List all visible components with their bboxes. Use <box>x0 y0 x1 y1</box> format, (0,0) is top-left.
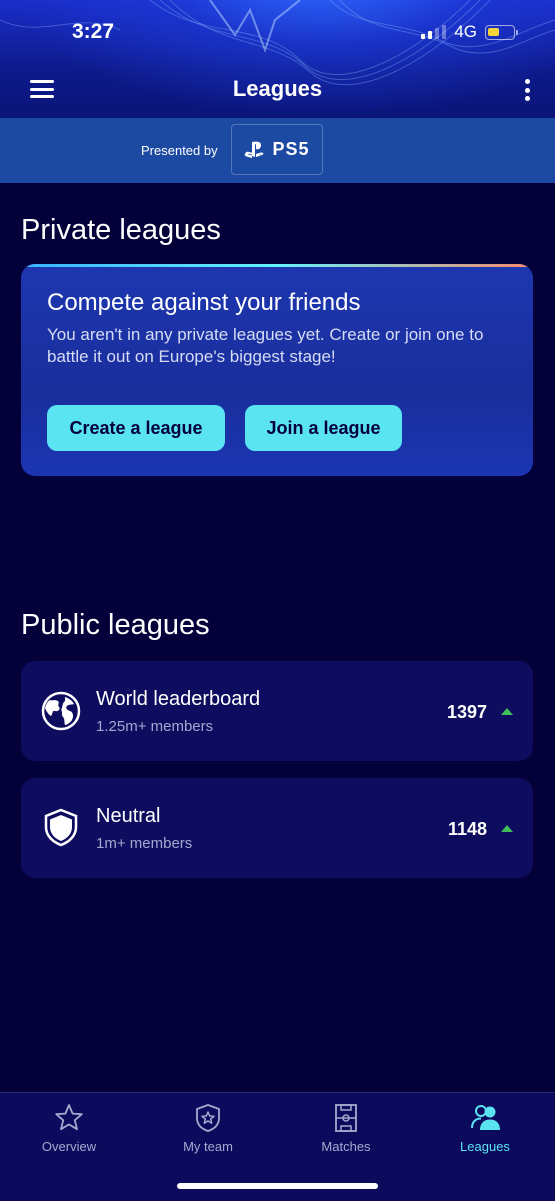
create-league-button[interactable]: Create a league <box>47 405 225 451</box>
tab-overview[interactable]: Overview <box>0 1093 138 1173</box>
home-indicator <box>177 1183 378 1189</box>
globe-icon <box>41 691 81 731</box>
trend-up-icon <box>501 708 513 715</box>
private-leagues-card: Compete against your friends You aren't … <box>21 264 533 476</box>
card-accent-line <box>21 264 533 267</box>
card-description: You aren't in any private leagues yet. C… <box>47 325 484 366</box>
more-vertical-icon[interactable] <box>525 79 531 101</box>
join-league-button[interactable]: Join a league <box>245 405 402 451</box>
status-time: 3:27 <box>72 20 115 43</box>
tab-leagues[interactable]: Leagues <box>416 1093 554 1173</box>
league-row-neutral[interactable]: Neutral 1m+ members 1148 <box>21 778 533 878</box>
shield-icon <box>44 808 78 847</box>
tab-label: Matches <box>321 1139 371 1154</box>
battery-icon <box>485 24 518 40</box>
tab-label: Leagues <box>460 1139 510 1154</box>
network-label: 4G <box>454 22 477 41</box>
playstation-icon <box>245 141 264 158</box>
league-row-world[interactable]: World leaderboard 1.25m+ members 1397 <box>21 661 533 761</box>
status-indicators: 4G <box>421 22 518 42</box>
ps5-logo-text: PS5 <box>272 139 310 159</box>
star-icon <box>55 1104 83 1131</box>
tab-label: Overview <box>41 1139 97 1154</box>
users-icon <box>471 1105 500 1130</box>
ps5-logo[interactable]: PS5 <box>231 124 323 175</box>
presented-by-label: Presented by <box>141 143 218 158</box>
signal-icon <box>421 25 447 39</box>
league-rank: 1397 <box>446 702 487 722</box>
tab-matches[interactable]: Matches <box>277 1093 415 1173</box>
page-title: Leagues <box>232 76 323 101</box>
badge-star-icon <box>196 1104 220 1132</box>
tab-label: My team <box>183 1139 233 1154</box>
public-leagues-heading: Public leagues <box>21 609 210 641</box>
league-members: 1m+ members <box>96 835 193 852</box>
tab-my-team[interactable]: My team <box>139 1093 277 1173</box>
pitch-icon <box>335 1104 357 1132</box>
league-members: 1.25m+ members <box>96 718 214 735</box>
app-header: 3:27 4G Leagues <box>0 0 555 118</box>
card-title: Compete against your friends <box>47 289 361 316</box>
trend-up-icon <box>501 825 513 832</box>
sponsor-banner: Presented by PS5 <box>0 118 555 183</box>
league-name: World leaderboard <box>96 688 261 710</box>
private-leagues-heading: Private leagues <box>21 214 221 246</box>
league-rank: 1148 <box>447 819 487 839</box>
league-name: Neutral <box>96 805 161 827</box>
